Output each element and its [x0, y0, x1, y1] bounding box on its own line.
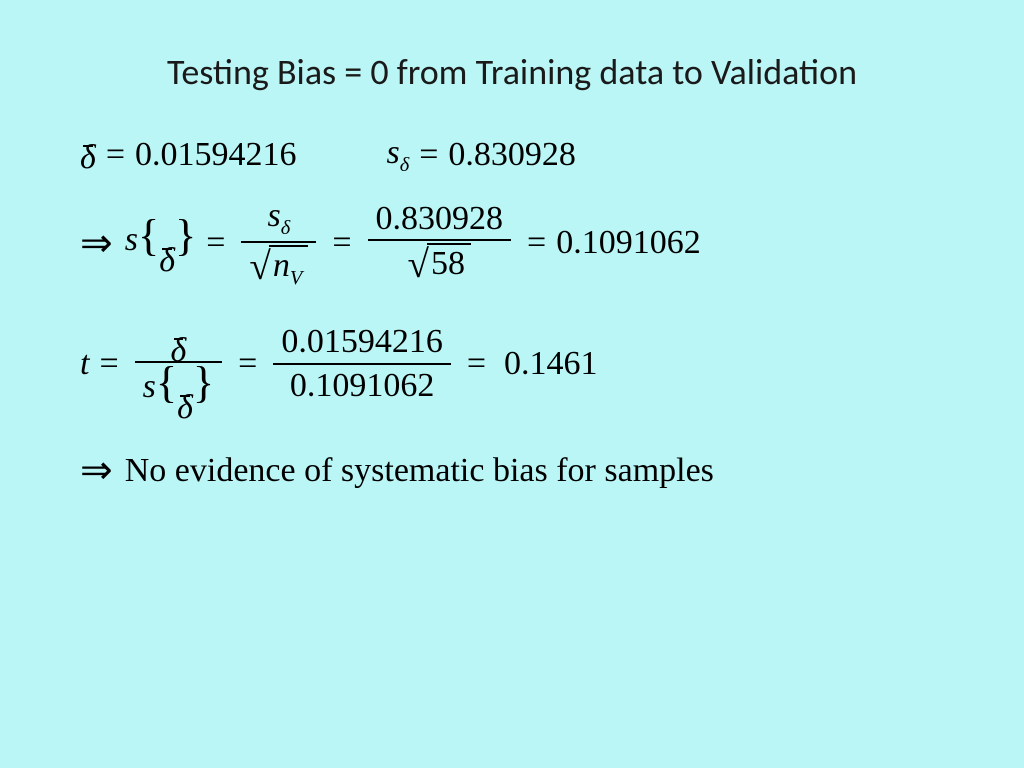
frac-numeric-stderr: 0.830928 √ 58 — [368, 198, 512, 288]
equals-2: = — [419, 136, 438, 174]
t-value: 0.1461 — [504, 345, 598, 383]
equals-4: = — [332, 224, 351, 262]
equals-6: = — [99, 345, 118, 383]
t-symbol: t — [80, 345, 89, 383]
equation-row-tstat: t = δ s{δ} = 0.01594216 0.1091062 = 0.14… — [80, 309, 944, 418]
s-of-delta-bar: s{δ} — [125, 218, 196, 269]
s-delta-value: 0.830928 — [448, 136, 576, 174]
s-delta-symbol: sδ — [387, 134, 410, 177]
equals-7: = — [238, 345, 257, 383]
equation-row-means: δ = 0.01594216 sδ = 0.830928 — [80, 134, 944, 177]
slide: Testing Bias = 0 from Training data to V… — [0, 0, 1024, 768]
equals-1: = — [106, 136, 125, 174]
equals-5: = — [527, 224, 546, 262]
equation-row-stderr: ⇒ s{δ} = sδ √ nV = 0.830928 √ 58 — [80, 195, 944, 291]
conclusion-text: No evidence of systematic bias for sampl… — [125, 452, 714, 490]
delta-bar-value: 0.01594216 — [135, 136, 297, 174]
slide-title: Testing Bias = 0 from Training data to V… — [80, 50, 944, 94]
delta-bar-symbol: δ — [80, 145, 96, 166]
implies-icon: ⇒ — [80, 221, 113, 266]
frac-t-symbolic: δ s{δ} — [135, 309, 222, 418]
equals-8: = — [467, 345, 486, 383]
conclusion-row: ⇒ No evidence of systematic bias for sam… — [80, 448, 944, 493]
implies-icon-2: ⇒ — [80, 448, 113, 493]
equals-3: = — [206, 224, 225, 262]
frac-sdelta-over-sqrtnv: sδ √ nV — [241, 195, 316, 291]
stderr-value: 0.1091062 — [556, 224, 701, 262]
frac-t-numeric: 0.01594216 0.1091062 — [273, 321, 451, 406]
